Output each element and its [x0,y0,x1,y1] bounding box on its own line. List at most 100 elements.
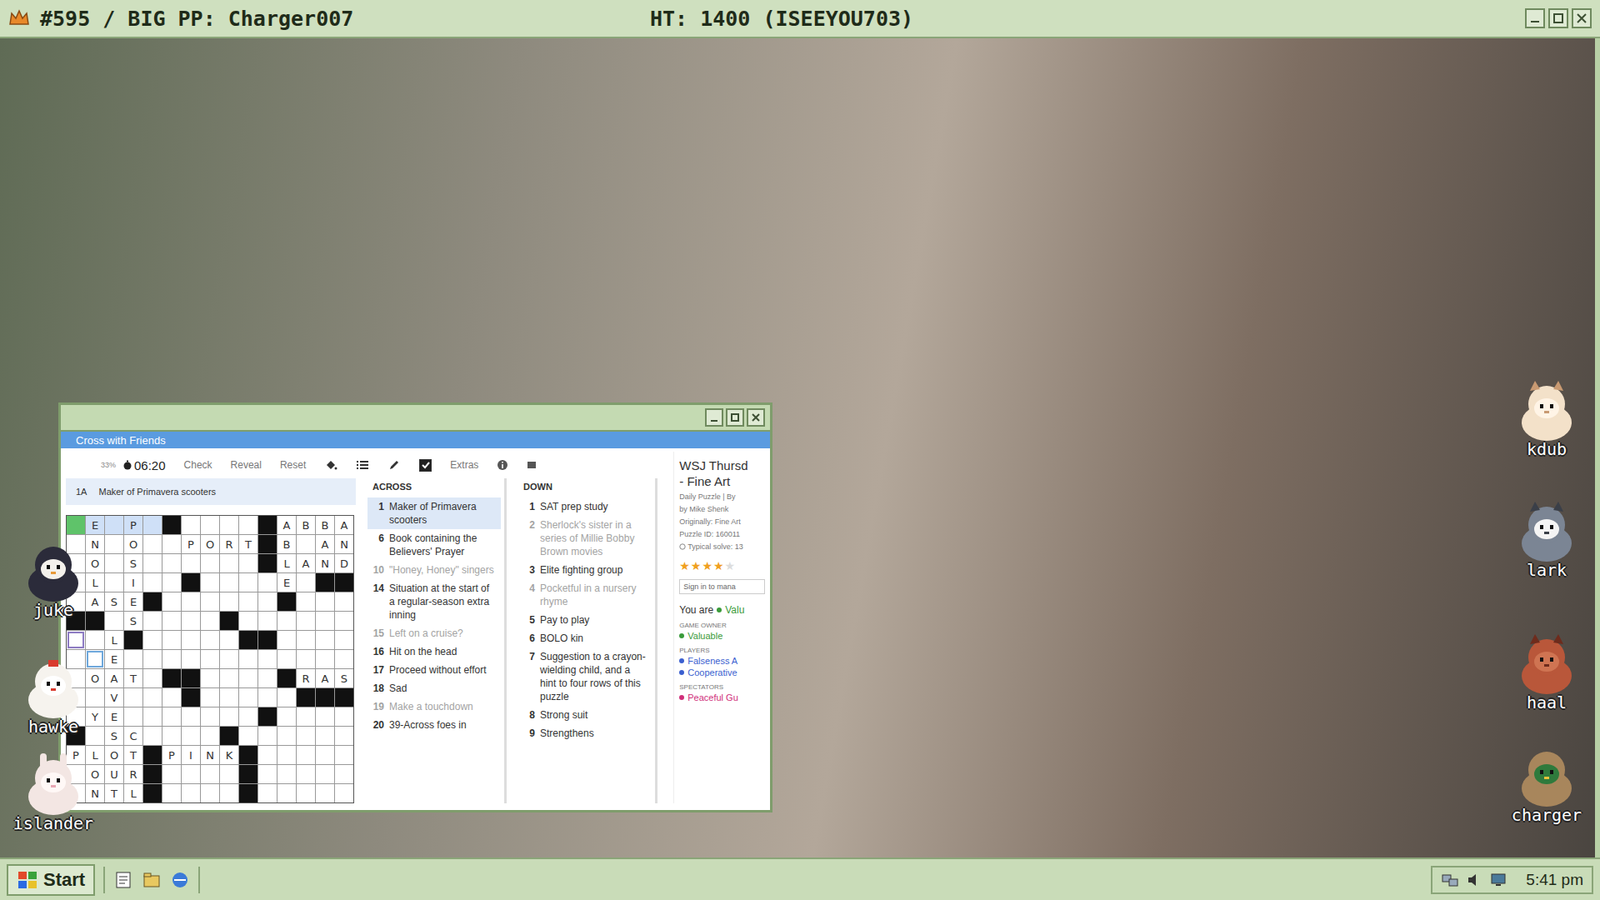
grid-cell[interactable]: B [315,515,335,535]
grid-cell[interactable]: O [85,669,105,688]
folder-icon[interactable] [141,870,162,890]
toolbar-button[interactable]: Check [184,459,213,471]
grid-cell[interactable] [315,784,335,803]
grid-cell[interactable] [258,688,277,707]
grid-cell[interactable] [277,765,296,784]
grid-cell[interactable] [296,592,315,611]
grid-cell[interactable] [277,650,296,669]
grid-cell[interactable] [220,707,239,726]
grid-cell[interactable]: O [200,535,220,554]
grid-cell[interactable]: E [85,515,105,535]
paint-bucket-icon[interactable] [324,458,338,472]
grid-cell[interactable]: T [124,745,143,765]
sign-in-button[interactable]: Sign in to mana [679,579,765,595]
grid-cell[interactable] [220,554,239,573]
clue-item[interactable]: 7 Suggestion to a crayon-wielding child,… [518,647,652,706]
info-icon[interactable] [496,459,509,471]
close-button[interactable] [1571,8,1592,29]
clue-item[interactable]: 4 Pocketful in a nursery rhyme [518,579,652,611]
clue-item[interactable]: 2 Sherlock's sister in a series of Milli… [518,515,652,561]
grid-cell[interactable] [162,726,181,745]
clue-item[interactable]: 15 Left on a cruise? [367,624,501,643]
grid-cell[interactable] [181,707,200,726]
grid-cell[interactable]: S [335,669,354,688]
grid-cell[interactable]: N [315,554,335,573]
grid-cell[interactable] [315,611,335,630]
grid-cell[interactable] [162,592,181,611]
grid-cell[interactable] [335,765,354,784]
grid-cell[interactable] [85,650,105,669]
grid-cell[interactable] [66,650,85,669]
grid-cell[interactable]: A [85,592,105,611]
grid-cell[interactable] [315,765,335,784]
grid-cell[interactable] [335,592,354,611]
grid-cell[interactable] [181,554,200,573]
grid-cell[interactable]: E [105,650,124,669]
grid-cell[interactable] [200,669,220,688]
grid-cell[interactable] [162,535,181,554]
grid-cell[interactable] [143,630,162,650]
grid-cell[interactable]: A [277,515,296,535]
grid-cell[interactable] [258,726,277,745]
grid-cell[interactable]: P [124,515,143,535]
grid-cell[interactable] [335,650,354,669]
grid-cell[interactable] [162,765,181,784]
grid-cell[interactable]: A [315,535,335,554]
clue-item[interactable]: 18 Sad [367,679,501,698]
grid-cell[interactable] [239,554,258,573]
grid-cell[interactable]: E [277,573,296,592]
grid-cell[interactable]: R [296,669,315,688]
grid-cell[interactable] [277,688,296,707]
clue-item[interactable]: 6 Book containing the Believers' Prayer [367,529,501,561]
maximize-button[interactable] [1548,8,1569,29]
grid-cell[interactable] [239,515,258,535]
grid-cell[interactable] [143,726,162,745]
grid-cell[interactable] [258,573,277,592]
grid-cell[interactable] [315,707,335,726]
grid-cell[interactable] [162,630,181,650]
grid-cell[interactable] [277,726,296,745]
grid-cell[interactable] [105,515,124,535]
grid-cell[interactable] [143,707,162,726]
grid-cell[interactable] [220,650,239,669]
extras-button[interactable]: Extras [450,459,479,471]
grid-cell[interactable] [277,784,296,803]
grid-cell[interactable] [162,611,181,630]
minimize-button[interactable] [1525,8,1545,29]
grid-cell[interactable] [200,765,220,784]
grid-cell[interactable]: L [124,784,143,803]
grid-cell[interactable] [258,784,277,803]
toolbar-button[interactable]: Reveal [230,459,262,471]
grid-cell[interactable]: A [105,669,124,688]
grid-cell[interactable] [258,765,277,784]
grid-cell[interactable] [181,765,200,784]
grid-cell[interactable] [200,573,220,592]
grid-cell[interactable]: I [124,573,143,592]
grid-cell[interactable]: T [105,784,124,803]
grid-cell[interactable]: L [85,573,105,592]
grid-cell[interactable] [220,592,239,611]
grid-cell[interactable] [239,726,258,745]
clue-item[interactable]: 6 BOLO kin [518,629,652,648]
grid-cell[interactable] [277,611,296,630]
grid-cell[interactable] [220,669,239,688]
grid-cell[interactable] [258,650,277,669]
grid-cell[interactable] [220,515,239,535]
grid-cell[interactable] [143,688,162,707]
grid-cell[interactable]: O [85,765,105,784]
grid-cell[interactable] [239,611,258,630]
grid-cell[interactable] [200,611,220,630]
grid-cell[interactable] [105,573,124,592]
grid-cell[interactable] [200,784,220,803]
grid-cell[interactable]: C [124,726,143,745]
grid-cell[interactable]: N [85,535,105,554]
grid-cell[interactable]: E [105,707,124,726]
grid-cell[interactable] [335,611,354,630]
grid-cell[interactable] [143,535,162,554]
clue-item[interactable]: 3 Elite fighting group [518,560,652,580]
clue-item[interactable]: 1 SAT prep study [518,497,652,516]
grid-cell[interactable]: B [277,535,296,554]
grid-cell[interactable] [105,554,124,573]
grid-cell[interactable]: T [124,669,143,688]
grid-cell[interactable]: P [66,745,85,765]
